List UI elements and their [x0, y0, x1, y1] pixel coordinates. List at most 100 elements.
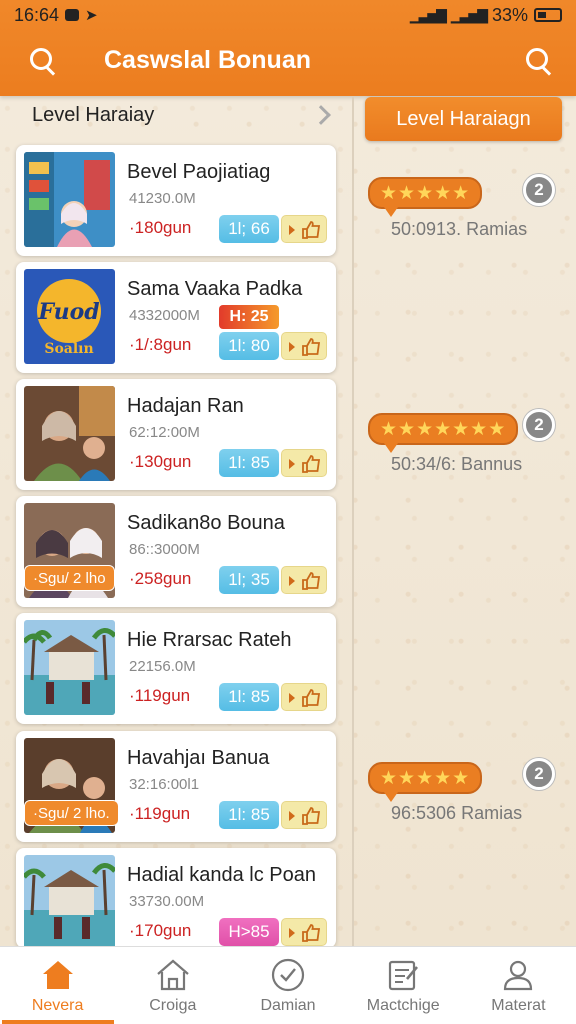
resort-photo — [24, 620, 115, 715]
nav-label: Damian — [260, 997, 316, 1014]
thumbs-up-icon — [302, 455, 321, 473]
level-badge: 1l: 85 — [219, 449, 279, 477]
bonus-text: 96:5306 Ramias — [391, 803, 523, 823]
home-icon — [42, 961, 73, 989]
svg-text:Fuod: Fuod — [37, 299, 99, 325]
item-name: Hie Rrarsac Rateh — [127, 629, 292, 651]
bonus-text: 50:0913. Ramias — [391, 219, 528, 239]
shop-photo — [24, 152, 115, 247]
camera-icon — [65, 9, 80, 21]
item-code: 4332000M — [129, 307, 200, 324]
battery-icon — [534, 8, 562, 22]
nav-item-croiga[interactable]: Croiga — [115, 947, 230, 1024]
thumbs-up-icon — [302, 807, 321, 825]
bonus-text: 50:34/6: Bannus — [391, 454, 523, 474]
nav-item-nevera[interactable]: Nevera — [0, 947, 115, 1024]
thumbs-up-icon — [302, 689, 321, 707]
nav-item-materat[interactable]: Materat — [461, 947, 576, 1024]
nav-label: Croiga — [149, 997, 197, 1014]
item-price: ·170gun — [129, 921, 192, 940]
play-icon — [289, 342, 295, 352]
nav-label: Materat — [491, 997, 546, 1014]
item-code: 22156.0M — [129, 658, 196, 675]
level-badge: 1l; 35 — [219, 566, 279, 594]
top-bar: 16:64 ➤ ▁▃▅▇ ▁▃▅▇ 33% Caswslal Bonuan — [0, 0, 576, 96]
checklist-icon — [389, 960, 419, 991]
item-name: Sadikan8o Bouna — [127, 512, 285, 534]
item-name: Hadajan Ran — [127, 395, 244, 417]
like-button[interactable] — [281, 801, 327, 829]
level-badge: 1l: 85 — [219, 801, 279, 829]
thumbs-up-icon — [302, 338, 321, 356]
play-icon — [289, 576, 295, 586]
item-price: ·130gun — [129, 452, 192, 471]
svg-text:Soalın: Soalın — [44, 341, 93, 357]
status-time: 16:64 — [14, 4, 60, 25]
level-button[interactable]: Level Haraiagn — [365, 97, 562, 141]
nav-item-mactchige[interactable]: Mactchige — [346, 947, 461, 1024]
nav-item-damian[interactable]: Damian — [230, 947, 345, 1024]
location-arrow-icon: ➤ — [85, 7, 98, 24]
signal-icon: ▁▃▅▇ — [409, 6, 447, 23]
section-title: Level Haraiay — [32, 104, 155, 126]
item-code: 33730.00M — [129, 893, 205, 910]
thumbs-up-icon — [302, 924, 321, 942]
item-price: ·119gun — [129, 804, 191, 823]
hot-badge: H: 25 — [219, 305, 279, 329]
list-item[interactable]: Bevel Paojiatiag 41230.0M ·180gun 1l; 66 — [16, 145, 336, 256]
item-code: 32:16:00l1 — [129, 776, 200, 793]
item-code: 86::3000M — [129, 541, 200, 558]
like-button[interactable] — [281, 449, 327, 477]
status-bar: 16:64 ➤ ▁▃▅▇ ▁▃▅▇ 33% — [14, 4, 562, 26]
star-rating: ★★★★★ — [368, 177, 483, 217]
list-item[interactable]: ·Sgu/ 2 lho Sadikan8o Bouna 86::3000M ·2… — [16, 496, 336, 607]
level-badge: H>85 — [219, 918, 279, 946]
list-item[interactable]: Fuod Soalın Sama Vaaka Padka 4332000M H: … — [16, 262, 336, 373]
item-price: ·119gun — [129, 686, 191, 705]
level-badge: 1l: 85 — [219, 683, 279, 711]
play-icon — [289, 693, 295, 703]
like-button[interactable] — [281, 332, 327, 360]
search-icon-right[interactable] — [524, 46, 554, 76]
count-badge: 2 — [523, 758, 555, 790]
play-icon — [289, 928, 295, 938]
nav-label: Nevera — [31, 997, 84, 1014]
signal-icon-2: ▁▃▅▇ — [450, 6, 488, 23]
item-price: ·1/:8gun — [129, 335, 192, 354]
list-item[interactable]: Hie Rrarsac Rateh 22156.0M ·119gun 1l: 8… — [16, 613, 336, 724]
play-icon — [289, 811, 295, 821]
item-price: ·180gun — [129, 218, 192, 237]
people-photo — [24, 386, 115, 481]
item-name: Hadial kanda lc Poan — [127, 864, 317, 886]
item-code: 62:12:00M — [129, 424, 200, 441]
like-button[interactable] — [281, 683, 327, 711]
item-price: ·258gun — [129, 569, 192, 588]
like-button[interactable] — [281, 215, 327, 243]
like-button[interactable] — [281, 566, 327, 594]
level-badge: 1l: 80 — [219, 332, 279, 360]
logo-image: Fuod Soalın — [24, 269, 115, 364]
discount-tag: ·Sgu/ 2 lho — [24, 565, 115, 591]
item-code: 41230.0M — [129, 190, 196, 207]
battery-percent: 33% — [491, 4, 528, 25]
app-bar: Caswslal Bonuan — [0, 40, 576, 84]
nav-label: Mactchige — [366, 997, 440, 1014]
list-item[interactable]: Hadajan Ran 62:12:00M ·130gun 1l: 85 — [16, 379, 336, 490]
count-badge: 2 — [523, 174, 555, 206]
search-icon[interactable] — [28, 46, 58, 76]
level-badge: 1l; 66 — [219, 215, 279, 243]
star-rating: ★★★★★ — [368, 762, 483, 802]
star-rating: ★★★★★★★ — [368, 413, 519, 453]
like-button[interactable] — [281, 918, 327, 946]
app-title: Caswslal Bonuan — [104, 46, 311, 74]
list-item[interactable]: Hadial kanda lc Poan 33730.00M ·170gun H… — [16, 848, 336, 950]
resort-photo — [24, 855, 115, 950]
play-icon — [289, 459, 295, 469]
count-badge: 2 — [523, 409, 555, 441]
item-name: Bevel Paojiatiag — [127, 161, 271, 183]
column-divider — [352, 96, 354, 946]
list-item[interactable]: ·Sgu/ 2 lho. Havahjaı Banua 32:16:00l1 ·… — [16, 731, 336, 842]
discount-tag: ·Sgu/ 2 lho. — [24, 800, 119, 826]
thumbs-up-icon — [302, 221, 321, 239]
house-outline-icon — [157, 959, 189, 991]
